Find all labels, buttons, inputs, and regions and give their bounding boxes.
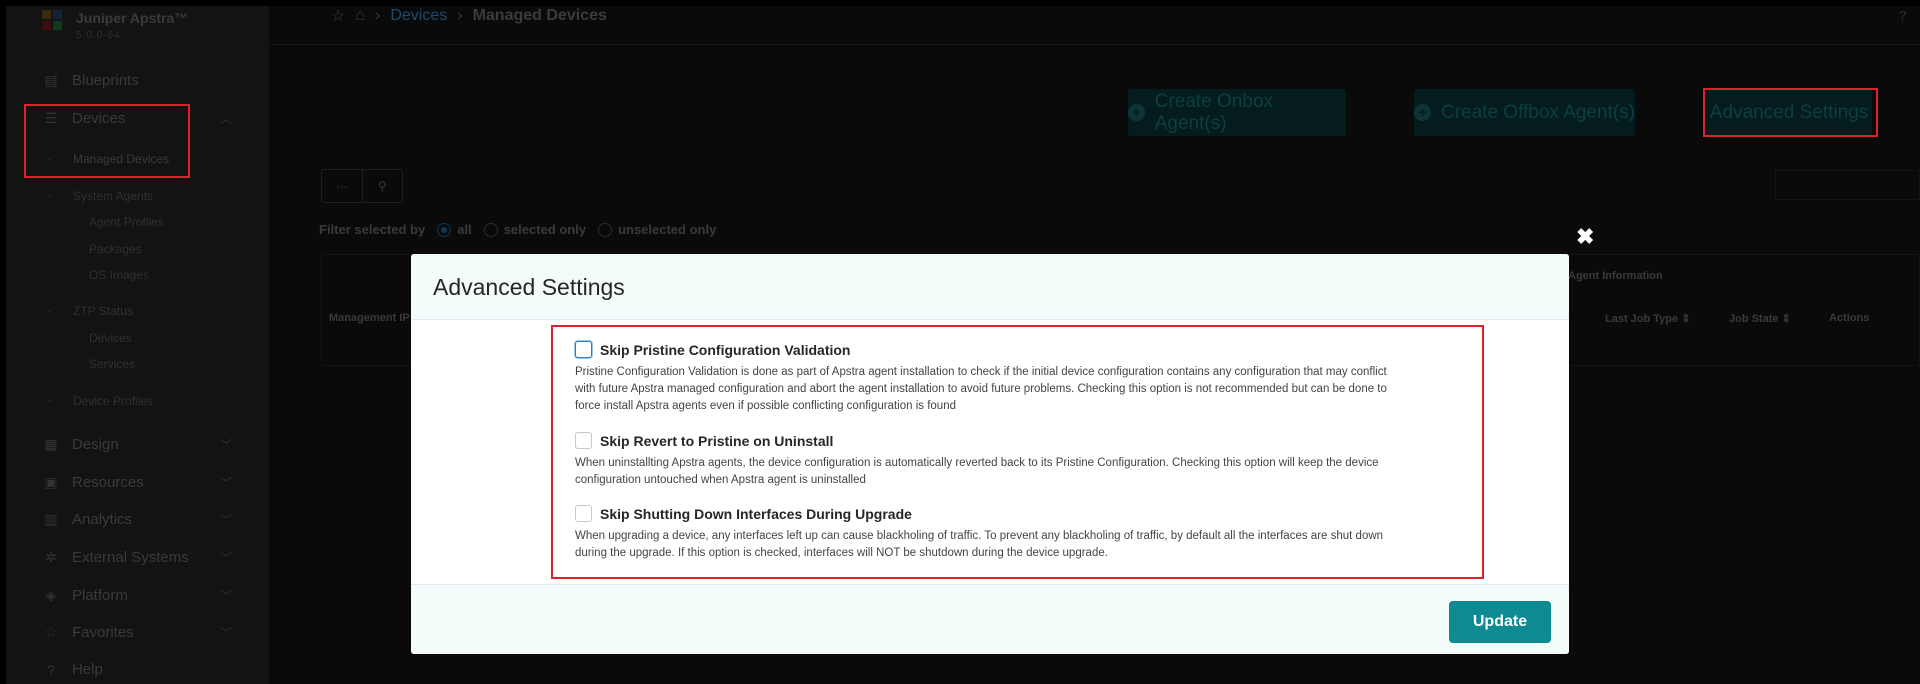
option-description: When upgrading a device, any interfaces … bbox=[575, 530, 1384, 559]
option-label[interactable]: Skip Pristine Configuration Validation bbox=[600, 342, 850, 358]
option-label[interactable]: Skip Shutting Down Interfaces During Upg… bbox=[600, 506, 912, 522]
skip-pristine-validation-checkbox[interactable] bbox=[575, 341, 592, 358]
skip-shutdown-interfaces-checkbox[interactable] bbox=[575, 505, 592, 522]
options-highlight-box: Skip Pristine Configuration Validation P… bbox=[551, 325, 1484, 579]
option-skip-shutdown-interfaces: Skip Shutting Down Interfaces During Upg… bbox=[575, 505, 1395, 562]
update-button[interactable]: Update bbox=[1449, 601, 1551, 643]
option-description: When uninstallting Apstra agents, the de… bbox=[575, 457, 1379, 486]
skip-revert-pristine-checkbox[interactable] bbox=[575, 432, 592, 449]
modal-header: Advanced Settings bbox=[411, 254, 1569, 320]
option-skip-pristine-validation: Skip Pristine Configuration Validation P… bbox=[575, 341, 1395, 415]
advanced-settings-modal: Advanced Settings Skip Pristine Configur… bbox=[411, 254, 1569, 654]
modal-body: Skip Pristine Configuration Validation P… bbox=[411, 320, 1569, 584]
modal-footer: Update bbox=[411, 584, 1569, 654]
modal-title: Advanced Settings bbox=[433, 274, 625, 300]
option-label[interactable]: Skip Revert to Pristine on Uninstall bbox=[600, 433, 833, 449]
close-icon[interactable]: ✖ bbox=[1576, 224, 1594, 250]
option-skip-revert-pristine: Skip Revert to Pristine on Uninstall Whe… bbox=[575, 432, 1395, 489]
option-description: Pristine Configuration Validation is don… bbox=[575, 366, 1387, 412]
